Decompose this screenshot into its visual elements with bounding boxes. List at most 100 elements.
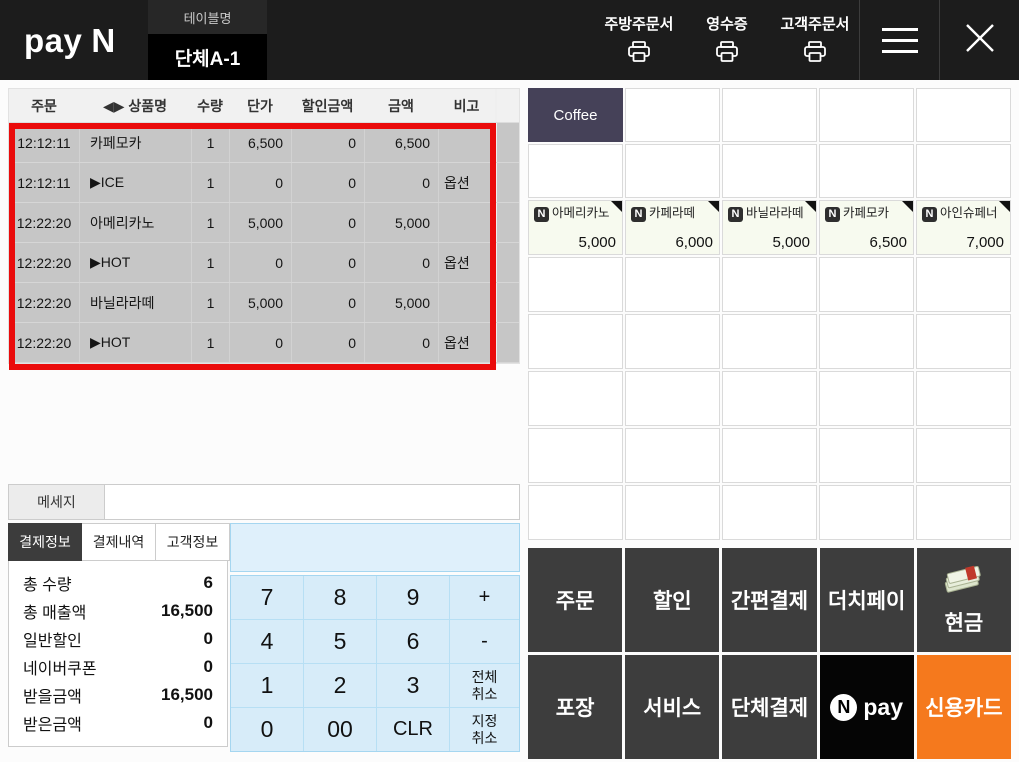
- summary-row-total-qty: 총 수량 6: [23, 573, 213, 594]
- key-1[interactable]: 1: [231, 664, 303, 707]
- customer-order-print-button[interactable]: 고객주문서: [771, 13, 859, 67]
- keypad-display: [230, 523, 520, 572]
- npay-badge-icon: N: [728, 207, 743, 222]
- product-button-cafe-latte[interactable]: N 카페라떼 6,000: [625, 200, 720, 255]
- service-button[interactable]: 서비스: [625, 655, 720, 759]
- cash-button[interactable]: 현금: [916, 548, 1011, 652]
- credit-card-button[interactable]: 신용카드: [916, 655, 1011, 759]
- key-plus[interactable]: +: [450, 576, 519, 619]
- key-00[interactable]: 00: [304, 708, 376, 751]
- category-slot-empty: [625, 144, 720, 198]
- product-slot-empty: [625, 428, 720, 483]
- order-table-header: 주문 ◀▶ 상품명 수량 단가 할인금액 금액 비고: [9, 89, 519, 123]
- table-name-box[interactable]: 테이블명 단체A-1: [148, 0, 267, 80]
- customer-order-print-label: 고객주문서: [780, 16, 850, 33]
- close-button[interactable]: [940, 0, 1019, 80]
- takeout-button[interactable]: 포장: [528, 655, 623, 759]
- top-bar: pay N 테이블명 단체A-1 주방주문서 영수증 고객주문서: [0, 0, 1019, 80]
- printer-icon: [627, 41, 651, 67]
- product-slot-empty: [528, 257, 623, 312]
- product-slot-empty: [722, 485, 817, 540]
- key-0[interactable]: 0: [231, 708, 303, 751]
- order-row[interactable]: 12:22:20 ▶HOT 1 0 0 0 옵션: [9, 243, 519, 283]
- hamburger-icon: [881, 27, 918, 53]
- kitchen-order-print-label: 주방주문서: [604, 16, 674, 33]
- category-slot-empty: [625, 88, 720, 142]
- printer-icon: [803, 41, 827, 67]
- category-slot-empty: [819, 88, 914, 142]
- product-slot-empty: [819, 314, 914, 369]
- logo-n-text: N: [91, 22, 116, 59]
- corner-flag-icon: [805, 201, 816, 212]
- receipt-print-label: 영수증: [706, 16, 748, 33]
- printer-icon: [715, 41, 739, 67]
- order-row[interactable]: 12:22:20 바닐라라떼 1 5,000 0 5,000: [9, 283, 519, 323]
- npay-badge-icon: N: [631, 207, 646, 222]
- product-button-americano[interactable]: N 아메리카노 5,000: [528, 200, 623, 255]
- table-name-label: 테이블명: [148, 0, 267, 34]
- product-slot-empty: [916, 485, 1011, 540]
- npay-badge-icon: N: [534, 207, 549, 222]
- menu-button[interactable]: [860, 0, 939, 80]
- category-slot-empty: [722, 88, 817, 142]
- key-2[interactable]: 2: [304, 664, 376, 707]
- key-4[interactable]: 4: [231, 620, 303, 663]
- order-row[interactable]: 12:22:20 ▶HOT 1 0 0 0 옵션: [9, 323, 519, 363]
- product-slot-empty: [916, 257, 1011, 312]
- key-minus[interactable]: -: [450, 620, 519, 663]
- key-3[interactable]: 3: [377, 664, 449, 707]
- order-row[interactable]: 12:12:11 카페모카 1 6,500 0 6,500: [9, 123, 519, 163]
- corner-flag-icon: [902, 201, 913, 212]
- npay-badge-icon: N: [825, 207, 840, 222]
- dutch-pay-button[interactable]: 더치페이: [819, 548, 914, 652]
- category-slot-empty: [916, 88, 1011, 142]
- key-7[interactable]: 7: [231, 576, 303, 619]
- column-header-unit-price: 단가: [247, 97, 273, 114]
- order-row[interactable]: 12:22:20 아메리카노 1 5,000 0 5,000: [9, 203, 519, 243]
- tab-customer-info[interactable]: 고객정보: [156, 523, 230, 561]
- summary-row-naver-coupon: 네이버쿠폰 0: [23, 657, 213, 678]
- app-logo: pay N: [24, 22, 116, 60]
- tab-payment-history[interactable]: 결제내역: [82, 523, 156, 561]
- column-header-note: 비고: [453, 97, 480, 114]
- order-table: 주문 ◀▶ 상품명 수량 단가 할인금액 금액 비고 12:12:11 카페모카…: [8, 88, 520, 370]
- category-slot-empty: [528, 144, 623, 198]
- corner-flag-icon: [611, 201, 622, 212]
- kitchen-order-print-button[interactable]: 주방주문서: [595, 13, 683, 67]
- key-5[interactable]: 5: [304, 620, 376, 663]
- order-row[interactable]: 12:12:11 ▶ICE 1 0 0 0 옵션: [9, 163, 519, 203]
- receipt-print-button[interactable]: 영수증: [683, 13, 771, 67]
- action-grid: 주문 할인 간편결제 더치페이 현금 포장 서비스 단체결제 N pay 신용카…: [528, 548, 1011, 759]
- tab-payment-info[interactable]: 결제정보: [8, 523, 82, 561]
- header-strip: [495, 89, 519, 122]
- product-slot-empty: [625, 371, 720, 426]
- key-8[interactable]: 8: [304, 576, 376, 619]
- key-6[interactable]: 6: [377, 620, 449, 663]
- product-button-einspanner[interactable]: N 아인슈페너 7,000: [916, 200, 1011, 255]
- column-header-qty: 수량: [197, 97, 223, 114]
- easy-pay-button[interactable]: 간편결제: [722, 548, 817, 652]
- key-clear[interactable]: CLR: [377, 708, 449, 751]
- npay-button[interactable]: N pay: [819, 655, 914, 759]
- product-slot-empty: [722, 314, 817, 369]
- column-header-product[interactable]: ◀▶ 상품명: [79, 96, 191, 116]
- column-header-amount: 금액: [388, 97, 414, 114]
- summary-row-total-sales: 총 매출액 16,500: [23, 601, 213, 622]
- discount-button[interactable]: 할인: [625, 548, 720, 652]
- group-pay-button[interactable]: 단체결제: [722, 655, 817, 759]
- npay-badge-icon: N: [922, 207, 937, 222]
- order-button[interactable]: 주문: [528, 548, 623, 652]
- product-button-vanilla-latte[interactable]: N 바닐라라떼 5,000: [722, 200, 817, 255]
- product-button-cafe-mocha[interactable]: N 카페모카 6,500: [819, 200, 914, 255]
- key-cancel-all[interactable]: 전체 취소: [450, 664, 519, 707]
- category-slot-empty: [916, 144, 1011, 198]
- product-slot-empty: [528, 428, 623, 483]
- summary-row-general-discount: 일반할인 0: [23, 629, 213, 650]
- message-input[interactable]: [105, 484, 520, 520]
- key-cancel-selected[interactable]: 지정 취소: [450, 708, 519, 751]
- key-9[interactable]: 9: [377, 576, 449, 619]
- category-button-coffee[interactable]: Coffee: [528, 88, 623, 142]
- product-slot-empty: [819, 485, 914, 540]
- product-slot-empty: [819, 257, 914, 312]
- product-slot-empty: [528, 371, 623, 426]
